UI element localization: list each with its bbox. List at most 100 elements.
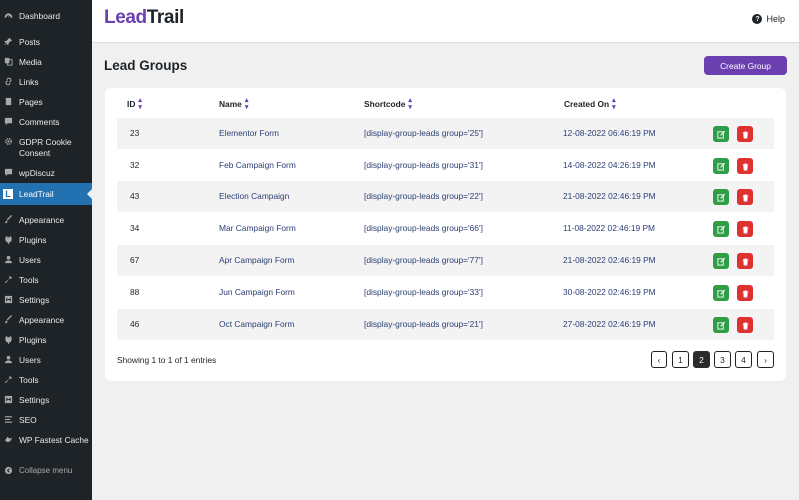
table-row: 32 Feb Campaign Form [display-group-lead… xyxy=(117,150,774,181)
logo-part-trail: Trail xyxy=(146,7,184,28)
wrench-icon xyxy=(4,375,13,384)
edit-icon xyxy=(716,193,725,202)
cell-name[interactable]: Apr Campaign Form xyxy=(219,255,294,265)
column-header-shortcode[interactable]: Shortcode ▴ ▾ xyxy=(364,97,412,111)
delete-button[interactable] xyxy=(737,285,753,301)
sidebar-item-leadtrail[interactable]: L LeadTrail xyxy=(0,183,92,205)
sidebar-item-label: WP Fastest Cache xyxy=(19,435,89,445)
collapse-icon xyxy=(4,466,13,475)
cell-name[interactable]: Feb Campaign Form xyxy=(219,160,296,170)
column-header-created-on[interactable]: Created On ▴ ▾ xyxy=(564,97,616,111)
app-header: LeadTrail ? Help xyxy=(92,0,799,43)
leadtrail-logo: LeadTrail xyxy=(104,7,184,29)
table-row: 67 Apr Campaign Form [display-group-lead… xyxy=(117,245,774,276)
pagination-page-2[interactable]: 2 xyxy=(693,351,710,368)
cell-name[interactable]: Jun Campaign Form xyxy=(219,287,295,297)
edit-button[interactable] xyxy=(713,253,729,269)
pagination-prev-button[interactable]: ‹ xyxy=(651,351,667,368)
sidebar-item-tools[interactable]: Tools xyxy=(0,275,92,286)
sidebar-item-settings[interactable]: Settings xyxy=(0,395,92,406)
sidebar-item-appearance[interactable]: Appearance xyxy=(0,215,92,226)
sidebar-item-label: Collapse menu xyxy=(19,466,73,475)
collapse-menu-button[interactable]: Collapse menu xyxy=(0,466,92,477)
trash-icon xyxy=(742,193,748,202)
sidebar-item-settings[interactable]: Settings xyxy=(0,295,92,306)
cell-shortcode: [display-group-leads group='22'] xyxy=(364,191,483,201)
cell-id: 32 xyxy=(130,160,140,170)
sidebar-item-plugins[interactable]: Plugins xyxy=(0,235,92,246)
cell-name[interactable]: Mar Campaign Form xyxy=(219,223,296,233)
sidebar-item-pages[interactable]: Pages xyxy=(0,97,92,108)
user-icon xyxy=(4,255,13,264)
cell-created-on: 12-08-2022 06:46:19 PM xyxy=(563,128,656,138)
sidebar-item-users[interactable]: Users xyxy=(0,355,92,366)
cell-id: 46 xyxy=(130,319,140,329)
delete-button[interactable] xyxy=(737,253,753,269)
trash-icon xyxy=(742,257,748,266)
sidebar-item-label: GDPR Cookie Consent xyxy=(19,137,72,158)
sidebar-item-label: Tools xyxy=(19,275,39,285)
delete-button[interactable] xyxy=(737,126,753,142)
cell-id: 23 xyxy=(130,128,140,138)
edit-button[interactable] xyxy=(713,285,729,301)
pin-icon xyxy=(4,37,13,46)
brush-icon xyxy=(4,315,13,324)
sort-icon: ▴ ▾ xyxy=(244,97,249,111)
pagination-page-1[interactable]: 1 xyxy=(672,351,689,368)
sort-icon: ▴ ▾ xyxy=(612,97,616,111)
sidebar-item-label: Settings xyxy=(19,295,50,305)
delete-button[interactable] xyxy=(737,189,753,205)
cell-name[interactable]: Oct Campaign Form xyxy=(219,319,294,329)
trash-icon xyxy=(742,130,748,139)
sidebar-item-wp-fastest-cache[interactable]: WP Fastest Cache xyxy=(0,435,92,446)
cell-shortcode: [display-group-leads group='25'] xyxy=(364,128,483,138)
pagination-page-4[interactable]: 4 xyxy=(735,351,752,368)
edit-button[interactable] xyxy=(713,189,729,205)
cell-created-on: 21-08-2022 02:46:19 PM xyxy=(563,191,656,201)
column-label: Created On xyxy=(564,99,610,109)
delete-button[interactable] xyxy=(737,158,753,174)
table-info: Showing 1 to 1 of 1 entries xyxy=(117,355,217,365)
cell-shortcode: [display-group-leads group='21'] xyxy=(364,319,483,329)
sidebar-item-gdpr-cookie-consent[interactable]: GDPR Cookie Consent xyxy=(0,137,92,158)
cell-shortcode: [display-group-leads group='33'] xyxy=(364,287,483,297)
pagination-page-3[interactable]: 3 xyxy=(714,351,731,368)
column-header-name[interactable]: Name ▴ ▾ xyxy=(219,97,248,111)
column-header-id[interactable]: ID ▴ ▾ xyxy=(127,97,142,111)
delete-button[interactable] xyxy=(737,317,753,333)
sidebar-item-tools[interactable]: Tools xyxy=(0,375,92,386)
sidebar-item-links[interactable]: Links xyxy=(0,77,92,88)
edit-icon xyxy=(716,257,725,266)
cell-name[interactable]: Election Campaign xyxy=(219,191,289,201)
help-link[interactable]: ? Help xyxy=(752,14,785,24)
sidebar-item-label: Comments xyxy=(19,117,60,127)
cell-created-on: 27-08-2022 02:46:19 PM xyxy=(563,319,656,329)
sidebar-item-label: Users xyxy=(19,355,41,365)
sidebar-item-label: wpDiscuz xyxy=(19,168,55,178)
sidebar-item-media[interactable]: Media xyxy=(0,57,92,68)
sidebar-item-plugins[interactable]: Plugins xyxy=(0,335,92,346)
sidebar-item-users[interactable]: Users xyxy=(0,255,92,266)
sidebar-item-appearance[interactable]: Appearance xyxy=(0,315,92,326)
edit-button[interactable] xyxy=(713,221,729,237)
table-row: 23 Elementor Form [display-group-leads g… xyxy=(117,118,774,149)
admin-sidebar: Dashboard Posts Media Links Pages Commen… xyxy=(0,0,92,500)
sidebar-item-posts[interactable]: Posts xyxy=(0,37,92,48)
cell-shortcode: [display-group-leads group='77'] xyxy=(364,255,483,265)
media-icon xyxy=(4,57,13,66)
create-group-button[interactable]: Create Group xyxy=(704,56,787,75)
comment-icon xyxy=(4,117,13,126)
edit-button[interactable] xyxy=(713,317,729,333)
edit-button[interactable] xyxy=(713,158,729,174)
edit-button[interactable] xyxy=(713,126,729,142)
sidebar-item-dashboard[interactable]: Dashboard xyxy=(0,11,92,22)
delete-button[interactable] xyxy=(737,221,753,237)
page-title: Lead Groups xyxy=(104,58,188,73)
sidebar-item-comments[interactable]: Comments xyxy=(0,117,92,128)
pagination-next-button[interactable]: › xyxy=(757,351,774,368)
sidebar-item-wpdiscuz[interactable]: wpDiscuz xyxy=(0,168,92,179)
sidebar-item-label: Tools xyxy=(19,375,39,385)
sidebar-item-seo[interactable]: SEO xyxy=(0,415,92,426)
sidebar-item-label: Appearance xyxy=(19,215,65,225)
cell-name[interactable]: Elementor Form xyxy=(219,128,279,138)
